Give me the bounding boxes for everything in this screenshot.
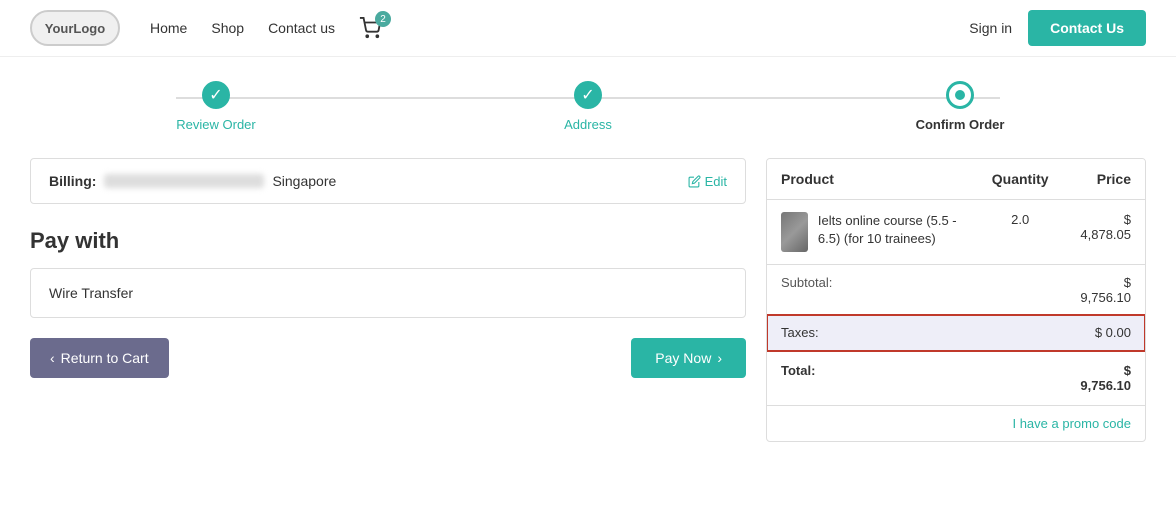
return-to-cart-label: Return to Cart: [61, 350, 149, 366]
total-label: Total:: [767, 351, 1063, 406]
main-content: Billing: Singapore Edit Pay with Wire Tr…: [0, 148, 1176, 462]
billing-location: Singapore: [272, 173, 336, 189]
order-table: Product Quantity Price Ielts online cour…: [767, 159, 1145, 441]
billing-label: Billing:: [49, 173, 96, 189]
left-panel: Billing: Singapore Edit Pay with Wire Tr…: [30, 158, 746, 442]
step-confirm-order-label: Confirm Order: [916, 117, 1005, 132]
col-product: Product: [767, 159, 978, 200]
nav: Home Shop Contact us 2: [150, 17, 969, 39]
step-confirm-order: Confirm Order: [774, 81, 1146, 132]
step-address-label: Address: [564, 117, 612, 132]
table-header-row: Product Quantity Price: [767, 159, 1145, 200]
bottom-actions: ‹ Return to Cart Pay Now ›: [30, 338, 746, 378]
steps-bar: ✓ Review Order ✓ Address Confirm Order: [0, 57, 1176, 148]
nav-contact[interactable]: Contact us: [268, 20, 335, 36]
nav-home[interactable]: Home: [150, 20, 187, 36]
product-price: $ 4,878.05: [1063, 200, 1145, 265]
total-value: $ 9,756.10: [1063, 351, 1145, 406]
right-panel: Product Quantity Price Ielts online cour…: [766, 158, 1146, 442]
billing-box: Billing: Singapore Edit: [30, 158, 746, 204]
table-row: Ielts online course (5.5 - 6.5) (for 10 …: [767, 200, 1145, 265]
product-name: Ielts online course (5.5 - 6.5) (for 10 …: [818, 212, 964, 248]
step-review-order-label: Review Order: [176, 117, 255, 132]
subtotal-value: $ 9,756.10: [1063, 265, 1145, 316]
product-cell: Ielts online course (5.5 - 6.5) (for 10 …: [767, 200, 978, 265]
step-confirm-order-circle: [946, 81, 974, 109]
return-to-cart-button[interactable]: ‹ Return to Cart: [30, 338, 169, 378]
step-review-order: ✓ Review Order: [30, 81, 402, 132]
billing-address: Singapore: [104, 173, 687, 189]
product-image: [781, 212, 808, 252]
logo[interactable]: YourLogo: [30, 10, 120, 46]
pay-now-label: Pay Now: [655, 350, 711, 366]
pay-with-title: Pay with: [30, 228, 746, 254]
pay-now-button[interactable]: Pay Now ›: [631, 338, 746, 378]
nav-shop[interactable]: Shop: [211, 20, 244, 36]
taxes-label: Taxes:: [767, 315, 1063, 351]
billing-blurred-text: [104, 174, 264, 188]
contact-us-button[interactable]: Contact Us: [1028, 10, 1146, 46]
subtotal-label: Subtotal:: [767, 265, 1063, 316]
taxes-value: $ 0.00: [1063, 315, 1145, 351]
edit-billing-label: Edit: [705, 174, 727, 189]
step-address: ✓ Address: [402, 81, 774, 132]
cart-icon[interactable]: 2: [359, 17, 381, 39]
col-price: Price: [1063, 159, 1145, 200]
step-address-circle: ✓: [574, 81, 602, 109]
step-review-order-circle: ✓: [202, 81, 230, 109]
taxes-row: Taxes: $ 0.00: [767, 315, 1145, 351]
chevron-left-icon: ‹: [50, 350, 55, 366]
payment-option-wire-transfer[interactable]: Wire Transfer: [30, 268, 746, 318]
header: YourLogo Home Shop Contact us 2 Sign in …: [0, 0, 1176, 57]
cart-badge: 2: [375, 11, 391, 27]
subtotal-row: Subtotal: $ 9,756.10: [767, 265, 1145, 316]
edit-billing-link[interactable]: Edit: [688, 174, 727, 189]
col-quantity: Quantity: [978, 159, 1063, 200]
chevron-right-icon: ›: [717, 350, 722, 366]
header-right: Sign in Contact Us: [969, 10, 1146, 46]
sign-in-link[interactable]: Sign in: [969, 20, 1012, 36]
promo-code-link[interactable]: I have a promo code: [1012, 416, 1131, 431]
product-quantity: 2.0: [978, 200, 1063, 265]
promo-row: I have a promo code: [767, 406, 1145, 442]
total-row: Total: $ 9,756.10: [767, 351, 1145, 406]
